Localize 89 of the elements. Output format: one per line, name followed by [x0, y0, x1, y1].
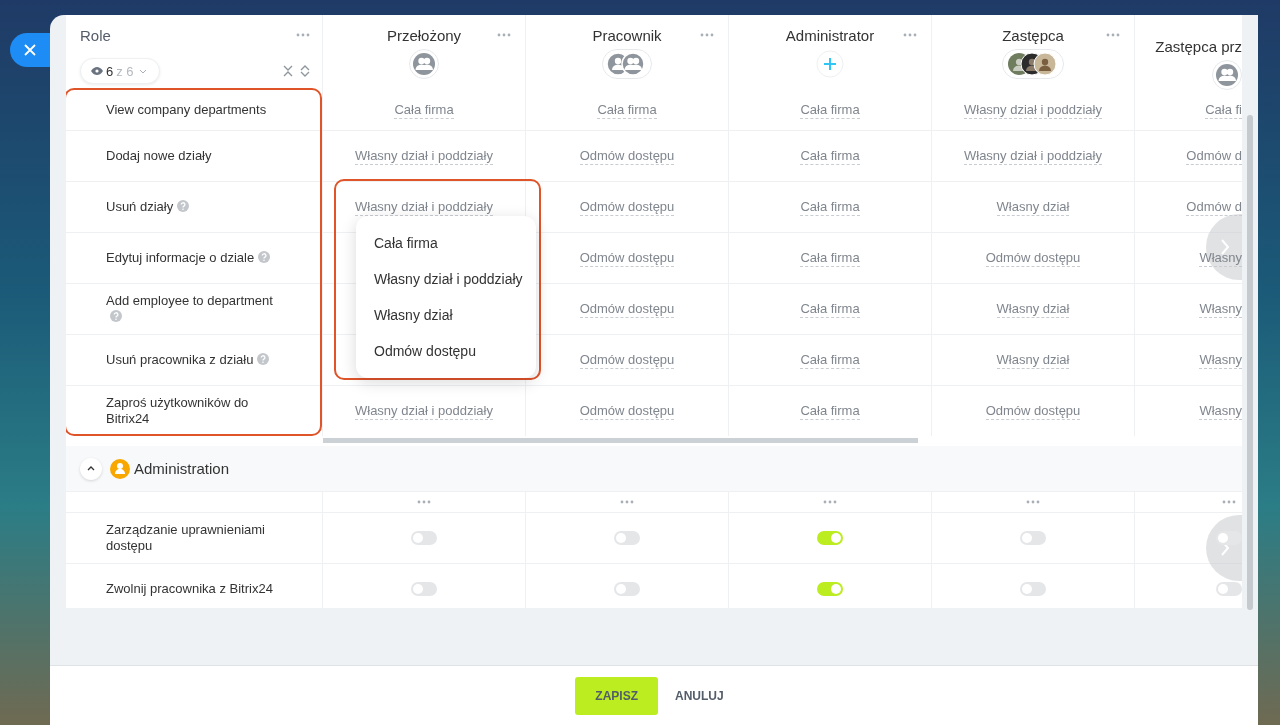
permission-value-link[interactable]: Odmów dostępu	[579, 198, 675, 216]
toggle-switch[interactable]	[817, 531, 843, 545]
permission-value-link[interactable]: Odmów dostępu	[579, 351, 675, 369]
toggle-switch[interactable]	[614, 582, 640, 596]
more-icon[interactable]	[823, 500, 837, 504]
more-icon[interactable]	[1026, 500, 1040, 504]
chevron-down-icon	[138, 68, 147, 74]
permission-label: Usuń pracownika z działu	[106, 352, 254, 367]
more-icon[interactable]	[1106, 33, 1120, 37]
help-icon[interactable]	[258, 251, 271, 263]
more-icon[interactable]	[620, 500, 634, 504]
permission-value-link[interactable]: Własny dział i poddziały	[964, 101, 1102, 119]
toggle-switch[interactable]	[614, 531, 640, 545]
column-title: Zastępca prz	[1155, 37, 1242, 55]
more-icon[interactable]	[497, 33, 511, 37]
permission-value-link[interactable]: Cała firma	[394, 101, 454, 119]
toggle-switch[interactable]	[817, 582, 843, 596]
permission-value-link[interactable]: Cała firma	[800, 351, 860, 369]
permission-value-link[interactable]: Odmów dostępu	[579, 147, 675, 165]
toggle-switch[interactable]	[411, 582, 437, 596]
permission-value-link[interactable]: Cała firma	[800, 198, 860, 216]
toggle-switch[interactable]	[1216, 582, 1242, 596]
permission-value-link[interactable]: Cała firma	[800, 249, 860, 267]
column-title: Pracownik	[592, 26, 662, 44]
permission-value-link[interactable]: Odmów dostępu	[579, 249, 675, 267]
permission-value-link[interactable]: Odmów dostępu	[985, 402, 1081, 420]
avatar-stack-icon[interactable]	[1002, 49, 1064, 79]
save-button[interactable]: ZAPISZ	[575, 676, 658, 715]
collapse-button[interactable]	[80, 457, 102, 480]
permission-value-link[interactable]: Odmów dostępu	[579, 300, 675, 318]
permission-label: Add employee to department	[106, 293, 273, 308]
column-title: Przełożony	[386, 26, 462, 44]
close-button[interactable]	[10, 33, 50, 67]
permission-label: Zaproś użytkowników do Bitrix24	[106, 395, 249, 426]
more-icon[interactable]	[903, 33, 917, 37]
group-avatar-icon[interactable]	[409, 49, 439, 79]
toggle-switch[interactable]	[411, 531, 437, 545]
scroll-right-button[interactable]	[1206, 515, 1242, 581]
permission-label: Zarządzanie uprawnieniami dostępu	[106, 522, 265, 553]
more-icon[interactable]	[700, 33, 714, 37]
toggle-switch[interactable]	[1216, 531, 1242, 545]
permission-value-link[interactable]: Cała firma	[800, 147, 860, 165]
permission-label: Dodaj nowe działy	[106, 148, 212, 163]
permission-value-link[interactable]: Cała firma	[800, 402, 860, 420]
permission-value-link[interactable]: Własny dział	[996, 198, 1070, 216]
eye-icon	[91, 67, 103, 75]
permission-label: Edytuj informacje o dziale	[106, 250, 255, 265]
group-avatar-icon[interactable]	[1212, 60, 1242, 90]
menu-item[interactable]: Odmów dostępu	[356, 333, 536, 369]
chevron-up-icon	[87, 466, 95, 471]
toggle-switch[interactable]	[1020, 531, 1046, 545]
permission-value-link[interactable]: Cała firma	[800, 300, 860, 318]
permission-value-link[interactable]: Własny dział i poddziały	[964, 147, 1102, 165]
column-title: Zastępca	[1002, 26, 1064, 44]
cancel-button[interactable]: ANULUJ	[666, 676, 733, 715]
permission-value-link[interactable]: Odmów dostępu	[985, 249, 1081, 267]
menu-item[interactable]: Własny dział	[356, 297, 536, 333]
more-icon[interactable]	[1222, 500, 1236, 504]
permission-value-link[interactable]: Cała firma	[597, 101, 657, 119]
chevron-right-icon	[1220, 239, 1230, 255]
filter-dropdown[interactable]: 6 z 6	[80, 58, 160, 84]
user-and-group-avatar-icon[interactable]	[602, 49, 652, 79]
horizontal-scrollbar[interactable]	[323, 438, 918, 443]
section-title: Administration	[134, 460, 230, 477]
permission-value-link[interactable]: Własny dział	[996, 300, 1070, 318]
toggle-switch[interactable]	[1020, 582, 1046, 596]
column-title: Role	[80, 26, 111, 44]
expand-icon[interactable]	[300, 65, 310, 77]
more-icon[interactable]	[417, 500, 431, 504]
close-icon	[24, 44, 36, 56]
permission-value-link[interactable]: Własny dział i poddziały	[355, 198, 493, 216]
permission-value-link[interactable]: Odmów dostępu	[579, 402, 675, 420]
permission-value-link[interactable]: Własny dział i poddziały	[355, 147, 493, 165]
permission-label: Usuń działy	[106, 199, 174, 214]
menu-item[interactable]: Cała firma	[356, 225, 536, 261]
permission-label: Zwolnij pracownika z Bitrix24	[106, 581, 273, 596]
person-badge-icon	[110, 458, 130, 479]
permission-value-link[interactable]: Cała firma	[800, 101, 860, 119]
help-icon[interactable]	[257, 353, 270, 365]
collapse-icon[interactable]	[283, 65, 293, 77]
column-title: Administrator	[785, 26, 875, 44]
help-icon[interactable]	[177, 200, 190, 212]
menu-item[interactable]: Własny dział i poddziały	[356, 261, 536, 297]
more-icon[interactable]	[296, 33, 310, 37]
permission-label: View company departments	[106, 102, 267, 117]
help-icon[interactable]	[110, 310, 122, 322]
add-icon[interactable]	[815, 49, 845, 79]
permission-value-link[interactable]: Własny dział	[996, 351, 1070, 369]
permission-value-link[interactable]: Własny dział i poddziały	[355, 402, 493, 420]
